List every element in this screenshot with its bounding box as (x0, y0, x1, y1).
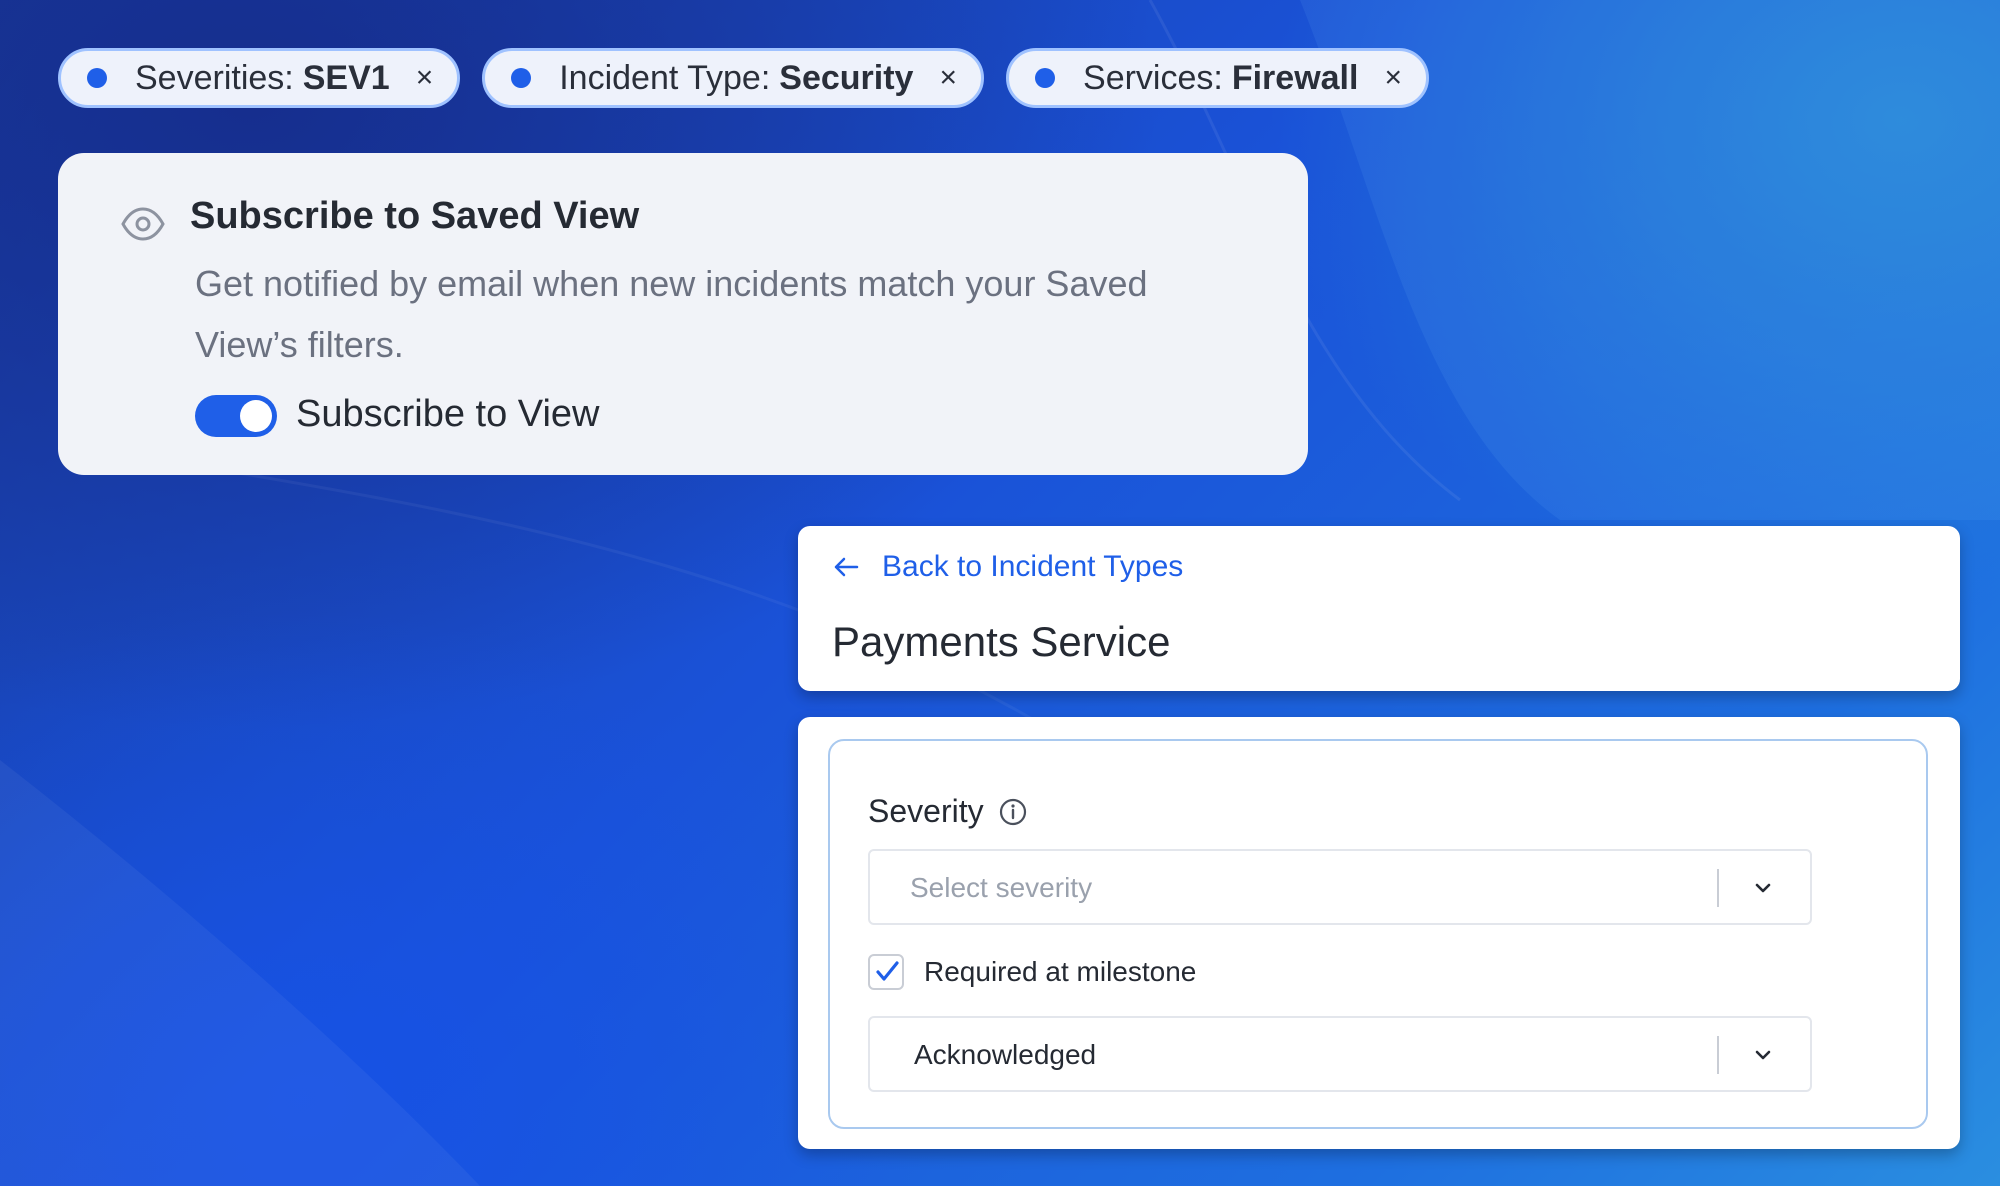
required-at-milestone-label: Required at milestone (924, 956, 1197, 987)
subscribe-toggle[interactable] (195, 395, 277, 437)
back-to-incident-types-link[interactable]: Back to Incident Types (832, 550, 1183, 584)
filter-key: Incident Type: (559, 58, 771, 97)
arrow-left-icon (834, 557, 859, 577)
subscribe-toggle-label: Subscribe to View (296, 393, 600, 435)
close-icon[interactable]: × (1384, 63, 1402, 93)
filter-dot-icon (511, 68, 532, 88)
severity-select[interactable]: Select severity (868, 849, 1812, 925)
severity-select-placeholder: Select severity (910, 872, 1093, 903)
active-filters: Severities: SEV1 × Incident Type: Securi… (58, 48, 1429, 108)
check-icon (876, 961, 899, 981)
subscribe-title: Subscribe to Saved View (190, 195, 640, 237)
close-icon[interactable]: × (416, 63, 434, 93)
filter-value: SEV1 (302, 58, 390, 97)
required-at-milestone-row: Required at milestone (868, 954, 1196, 990)
info-icon[interactable] (998, 797, 1028, 827)
subscribe-description: Get notified by email when new incidents… (195, 263, 1148, 365)
back-link-label: Back to Incident Types (882, 550, 1184, 583)
page-title: Payments Service (832, 618, 1171, 665)
severity-label: Severity (868, 793, 1028, 830)
filter-key: Services: (1083, 58, 1223, 97)
filter-key: Severities: (135, 58, 294, 97)
incident-type-header: Back to Incident Types Payments Service (798, 526, 1960, 691)
milestone-select[interactable]: Acknowledged (868, 1016, 1812, 1092)
severity-label-text: Severity (868, 793, 984, 829)
chevron-down-icon[interactable] (1752, 877, 1774, 899)
severity-card: Severity Select severity Required at mil… (798, 717, 1960, 1149)
required-at-milestone-checkbox[interactable] (868, 954, 904, 990)
filter-dot-icon (1035, 68, 1056, 88)
filter-chip-incident-type[interactable]: Incident Type: Security × (482, 48, 985, 108)
filter-value: Security (779, 58, 914, 97)
chevron-down-icon[interactable] (1752, 1044, 1774, 1066)
filter-dot-icon (87, 68, 107, 88)
select-divider (1717, 869, 1719, 907)
filter-value: Firewall (1231, 58, 1359, 97)
toggle-knob (240, 400, 272, 432)
filter-chip-services[interactable]: Services: Firewall × (1006, 48, 1429, 108)
close-icon[interactable]: × (939, 63, 957, 93)
severity-section: Severity Select severity Required at mil… (828, 739, 1928, 1129)
select-divider (1717, 1036, 1719, 1074)
filter-chip-severities[interactable]: Severities: SEV1 × (58, 48, 461, 108)
eye-icon (121, 207, 165, 241)
milestone-select-value: Acknowledged (914, 1039, 1097, 1070)
subscribe-card: Subscribe to Saved View Get notified by … (58, 153, 1308, 475)
